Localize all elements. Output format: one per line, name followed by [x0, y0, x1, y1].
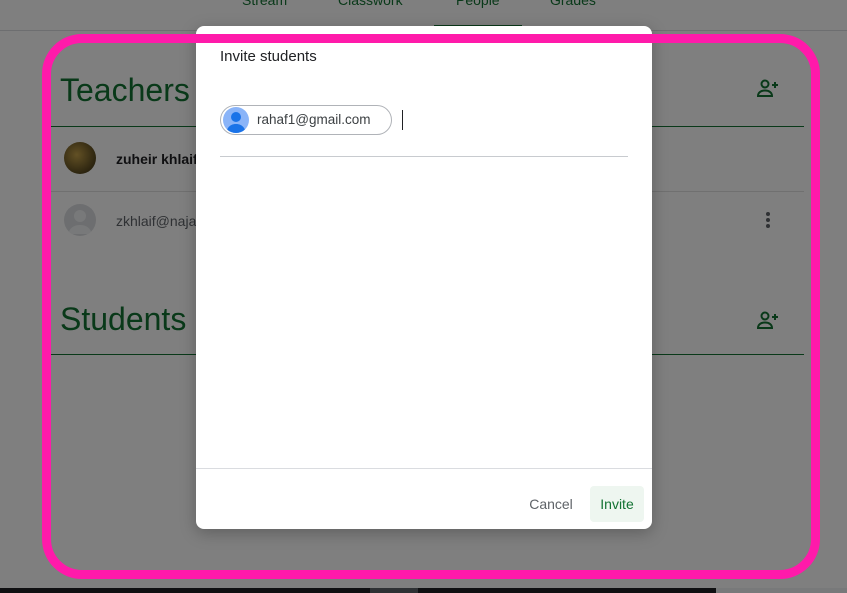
annotation-highlight	[42, 34, 820, 579]
